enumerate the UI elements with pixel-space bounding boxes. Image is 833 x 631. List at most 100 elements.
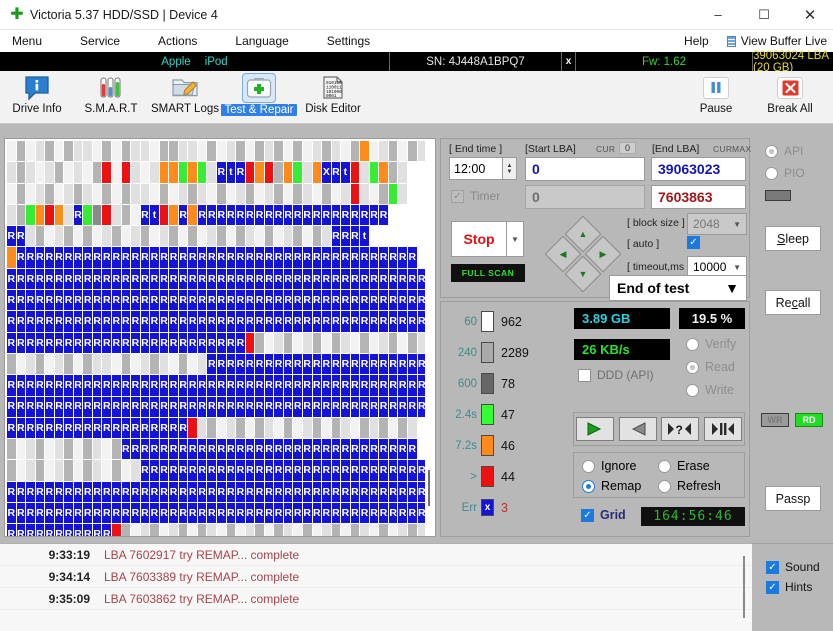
sector-cell[interactable] (131, 162, 141, 183)
sector-cell[interactable] (332, 333, 342, 354)
sector-cell[interactable]: R (398, 354, 408, 375)
sector-cell[interactable] (188, 162, 198, 183)
sector-cell[interactable] (131, 354, 141, 375)
sector-cell[interactable] (198, 226, 208, 247)
sector-cell[interactable]: R (55, 333, 65, 354)
sector-cell[interactable] (351, 333, 361, 354)
sector-cell[interactable] (255, 333, 265, 354)
sector-cell[interactable]: R (313, 460, 323, 481)
sector-cell[interactable]: R (17, 418, 27, 439)
sector-cell[interactable] (370, 141, 380, 162)
sector-cell[interactable]: R (236, 205, 246, 226)
sector-cell[interactable]: R (141, 269, 151, 290)
sector-cell[interactable]: R (74, 375, 84, 396)
sector-cell[interactable] (169, 162, 179, 183)
sector-cell[interactable] (274, 226, 284, 247)
sector-cell[interactable]: R (7, 311, 17, 332)
stop-dropdown-button[interactable]: ▼ (507, 221, 524, 257)
sector-cell[interactable]: R (322, 482, 332, 503)
sector-cell[interactable]: R (227, 460, 237, 481)
sector-cell[interactable]: R (398, 290, 408, 311)
play-backward-button[interactable] (619, 417, 657, 441)
sector-cell[interactable]: R (274, 311, 284, 332)
log-row[interactable]: 9:34:14LBA 7603389 try REMAP... complete (0, 566, 752, 588)
sector-cell[interactable] (64, 184, 74, 205)
sector-cell[interactable] (265, 184, 275, 205)
sector-cell[interactable] (169, 141, 179, 162)
sector-cell[interactable] (122, 460, 132, 481)
sector-cell[interactable]: R (150, 503, 160, 524)
sector-cell[interactable]: R (45, 503, 55, 524)
sector-cell[interactable] (112, 226, 122, 247)
sector-cell[interactable]: R (160, 503, 170, 524)
sector-cell[interactable]: R (341, 397, 351, 418)
sector-cell[interactable]: R (188, 375, 198, 396)
menu-item-settings[interactable]: Settings (319, 34, 378, 48)
sector-cell[interactable]: R (293, 503, 303, 524)
sector-cell[interactable]: R (293, 311, 303, 332)
sector-cell[interactable]: R (26, 418, 36, 439)
sector-cell[interactable]: R (83, 269, 93, 290)
sector-cell[interactable] (102, 141, 112, 162)
sector-cell[interactable]: R (351, 226, 361, 247)
sector-cell[interactable] (74, 354, 84, 375)
sector-cell[interactable] (83, 162, 93, 183)
sector-cell[interactable] (408, 226, 418, 247)
sector-cell[interactable]: R (207, 375, 217, 396)
sector-cell[interactable] (45, 439, 55, 460)
sector-cell[interactable] (112, 439, 122, 460)
sector-cell[interactable]: R (370, 354, 380, 375)
sector-cell[interactable]: R (150, 269, 160, 290)
sector-cell[interactable]: R (284, 397, 294, 418)
sector-cell[interactable]: R (102, 311, 112, 332)
log-scrollbar-thumb[interactable] (743, 556, 745, 618)
sector-cell[interactable]: R (45, 524, 55, 537)
sector-cell[interactable] (160, 205, 170, 226)
sector-cell[interactable]: R (74, 397, 84, 418)
sector-cell[interactable]: R (284, 354, 294, 375)
sector-cell[interactable]: R (360, 354, 370, 375)
stop-button[interactable]: Stop (451, 221, 507, 257)
sector-cell[interactable]: R (55, 524, 65, 537)
sector-cell[interactable]: R (389, 290, 399, 311)
sector-cell[interactable] (102, 205, 112, 226)
sector-cell[interactable] (36, 162, 46, 183)
sector-cell[interactable]: R (332, 311, 342, 332)
sector-cell[interactable]: R (17, 482, 27, 503)
sector-cell[interactable]: R (322, 375, 332, 396)
sector-cell[interactable] (150, 162, 160, 183)
sector-cell[interactable]: R (341, 311, 351, 332)
sector-cell[interactable] (236, 524, 246, 537)
sector-cell[interactable] (227, 418, 237, 439)
sector-cell[interactable]: R (360, 482, 370, 503)
sector-cell[interactable]: R (408, 354, 418, 375)
sector-cell[interactable]: R (398, 482, 408, 503)
sector-cell[interactable]: R (408, 247, 418, 268)
sector-cell[interactable]: R (45, 397, 55, 418)
sector-cell[interactable]: X (322, 162, 332, 183)
sector-cell[interactable]: R (131, 418, 141, 439)
sector-cell[interactable]: R (246, 503, 256, 524)
sector-cell[interactable]: R (389, 460, 399, 481)
sector-cell[interactable]: R (93, 503, 103, 524)
sector-cell[interactable] (179, 162, 189, 183)
sector-cell[interactable]: R (255, 397, 265, 418)
sector-cell[interactable] (408, 162, 418, 183)
sector-cell[interactable] (370, 524, 380, 537)
sector-cell[interactable]: R (45, 375, 55, 396)
sector-cell[interactable] (55, 205, 65, 226)
sector-cell[interactable] (122, 226, 132, 247)
menu-item-service[interactable]: Service (72, 34, 128, 48)
sector-cell[interactable]: R (26, 333, 36, 354)
sector-cell[interactable]: R (198, 333, 208, 354)
sector-cell[interactable]: R (227, 439, 237, 460)
sector-cell[interactable]: R (332, 397, 342, 418)
sector-cell[interactable]: R (26, 524, 36, 537)
sector-cell[interactable] (17, 141, 27, 162)
sector-cell[interactable]: R (55, 482, 65, 503)
sector-cell[interactable]: R (150, 333, 160, 354)
sector-cell[interactable]: R (150, 439, 160, 460)
sector-cell[interactable]: R (332, 503, 342, 524)
sector-cell[interactable] (408, 141, 418, 162)
sector-cell[interactable]: R (408, 439, 418, 460)
